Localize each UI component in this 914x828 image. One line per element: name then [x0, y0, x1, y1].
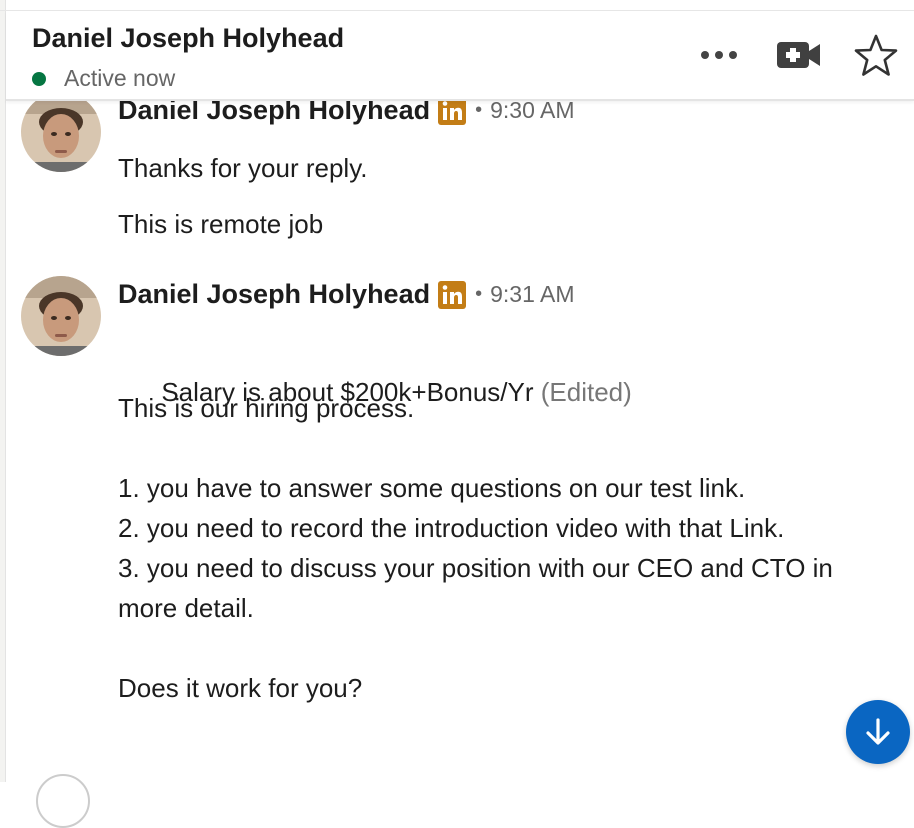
linkedin-badge-icon	[438, 280, 467, 309]
avatar-photo	[21, 276, 101, 356]
scroll-to-bottom-button[interactable]	[846, 700, 910, 764]
presence-status: Active now	[32, 65, 175, 92]
arrow-down-icon	[866, 718, 890, 745]
avatar[interactable]	[21, 276, 101, 356]
message-time: 9:31 AM	[490, 281, 575, 307]
star-button[interactable]	[852, 31, 900, 79]
linkedin-badge-icon	[438, 99, 467, 125]
active-status-dot	[32, 71, 46, 86]
contact-name[interactable]: Daniel Joseph Holyhead	[32, 23, 344, 54]
message-text: Thanks for your reply.	[118, 153, 368, 183]
sender-name[interactable]: Daniel Joseph Holyhead	[118, 99, 430, 126]
message-text: This is remote job	[118, 209, 324, 239]
avatar-photo	[21, 99, 101, 172]
message-time: 9:30 AM	[490, 99, 575, 123]
message-meta: Daniel Joseph Holyhead • 9:30 AM	[118, 99, 575, 126]
hiring-process-message: This is our hiring process. 1. you have …	[118, 393, 833, 703]
message-thread: Daniel Joseph Holyhead • 9:30 AM Thanks …	[0, 99, 914, 782]
sender-name[interactable]: Daniel Joseph Holyhead	[118, 279, 430, 310]
next-avatar	[36, 774, 90, 828]
separator-dot: •	[475, 283, 483, 305]
message-meta: Daniel Joseph Holyhead • 9:31 AM	[118, 279, 575, 310]
star-icon	[854, 34, 898, 76]
conversation-header: Daniel Joseph Holyhead Active now	[6, 11, 914, 101]
more-options-button[interactable]	[694, 37, 744, 73]
video-call-icon	[777, 42, 820, 68]
video-call-button[interactable]	[774, 35, 824, 75]
presence-text: Active now	[64, 65, 176, 91]
avatar[interactable]	[21, 99, 101, 172]
more-icon	[701, 51, 709, 59]
separator-dot: •	[475, 99, 483, 121]
